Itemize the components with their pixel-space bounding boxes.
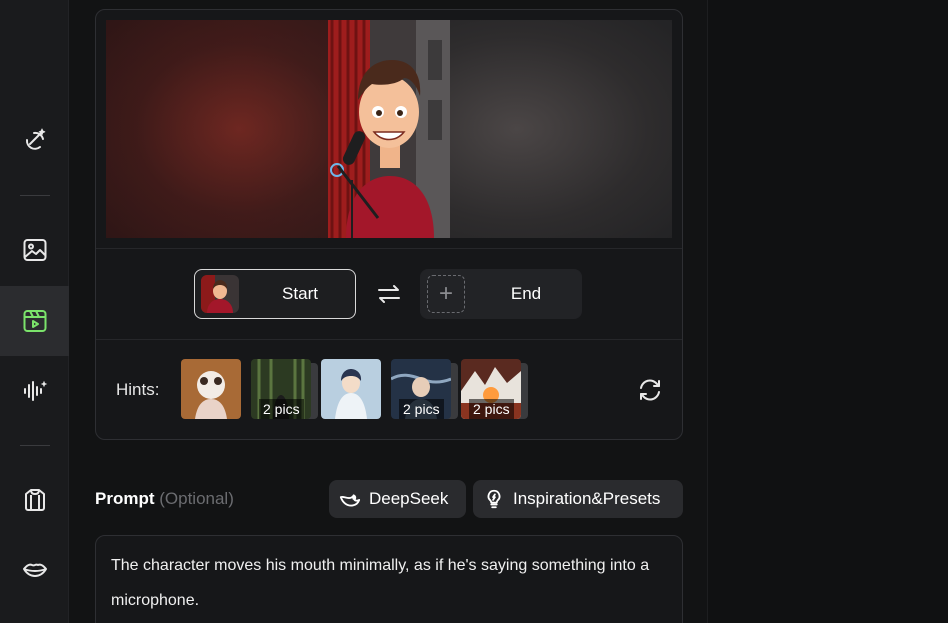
start-frame-thumbnail bbox=[201, 275, 239, 313]
prompt-title: Prompt (Optional) bbox=[95, 489, 234, 509]
hint-thumbnail-3[interactable] bbox=[321, 359, 381, 419]
hint-thumbnail-5[interactable]: 2 pics bbox=[461, 359, 521, 419]
prompt-title-text: Prompt bbox=[95, 489, 155, 508]
start-frame-label: Start bbox=[282, 284, 318, 303]
refresh-hints-icon[interactable] bbox=[637, 377, 663, 403]
deepseek-button[interactable]: DeepSeek bbox=[329, 480, 466, 518]
shirt-icon bbox=[24, 489, 45, 511]
prompt-text: The character moves his mouth minimally,… bbox=[111, 557, 650, 609]
end-frame-label: End bbox=[510, 284, 542, 303]
deepseek-whale-icon bbox=[339, 494, 361, 507]
inspiration-presets-label: Inspiration&Presets bbox=[513, 489, 661, 508]
hint-thumbnail-1[interactable] bbox=[181, 359, 241, 419]
sidebar-item-clothing[interactable] bbox=[0, 465, 69, 535]
prompt-input[interactable]: The character moves his mouth minimally,… bbox=[95, 535, 683, 623]
swap-frames-icon[interactable] bbox=[377, 282, 401, 306]
hint-thumbnail-4[interactable]: 2 pics bbox=[391, 359, 451, 419]
sidebar-item-audio[interactable] bbox=[0, 356, 69, 426]
lips-icon bbox=[22, 563, 47, 577]
magic-wand-icon bbox=[25, 128, 45, 150]
prompt-optional-text: (Optional) bbox=[159, 489, 234, 508]
hint-caption-5: 2 pics bbox=[469, 399, 514, 419]
sidebar-item-image[interactable] bbox=[0, 215, 69, 285]
hint-caption-2: 2 pics bbox=[259, 399, 304, 419]
sidebar bbox=[0, 0, 69, 623]
video-icon bbox=[23, 310, 46, 332]
end-frame-button[interactable]: + End bbox=[420, 269, 582, 319]
sidebar-item-lipsync[interactable] bbox=[0, 535, 69, 605]
video-preview bbox=[106, 20, 672, 238]
add-end-frame-icon: + bbox=[427, 275, 465, 313]
hints-label: Hints: bbox=[116, 380, 160, 399]
main-panel: Start + End Hints: 2 pics 2 pics 2 pics … bbox=[69, 0, 707, 623]
audio-wave-icon bbox=[23, 380, 47, 401]
preview-image bbox=[328, 20, 450, 238]
hint-caption-4: 2 pics bbox=[399, 399, 444, 419]
deepseek-label: DeepSeek bbox=[369, 489, 449, 508]
right-empty-area bbox=[707, 0, 948, 623]
hint-thumbnail-2[interactable]: 2 pics bbox=[251, 359, 311, 419]
frames-card: Start + End Hints: 2 pics 2 pics 2 pics bbox=[95, 9, 683, 440]
sidebar-item-video[interactable] bbox=[0, 286, 69, 356]
lightbulb-icon bbox=[487, 489, 501, 509]
inspiration-presets-button[interactable]: Inspiration&Presets bbox=[473, 480, 683, 518]
start-frame-button[interactable]: Start bbox=[194, 269, 356, 319]
image-icon bbox=[23, 239, 46, 261]
sidebar-item-magic[interactable] bbox=[0, 104, 69, 174]
